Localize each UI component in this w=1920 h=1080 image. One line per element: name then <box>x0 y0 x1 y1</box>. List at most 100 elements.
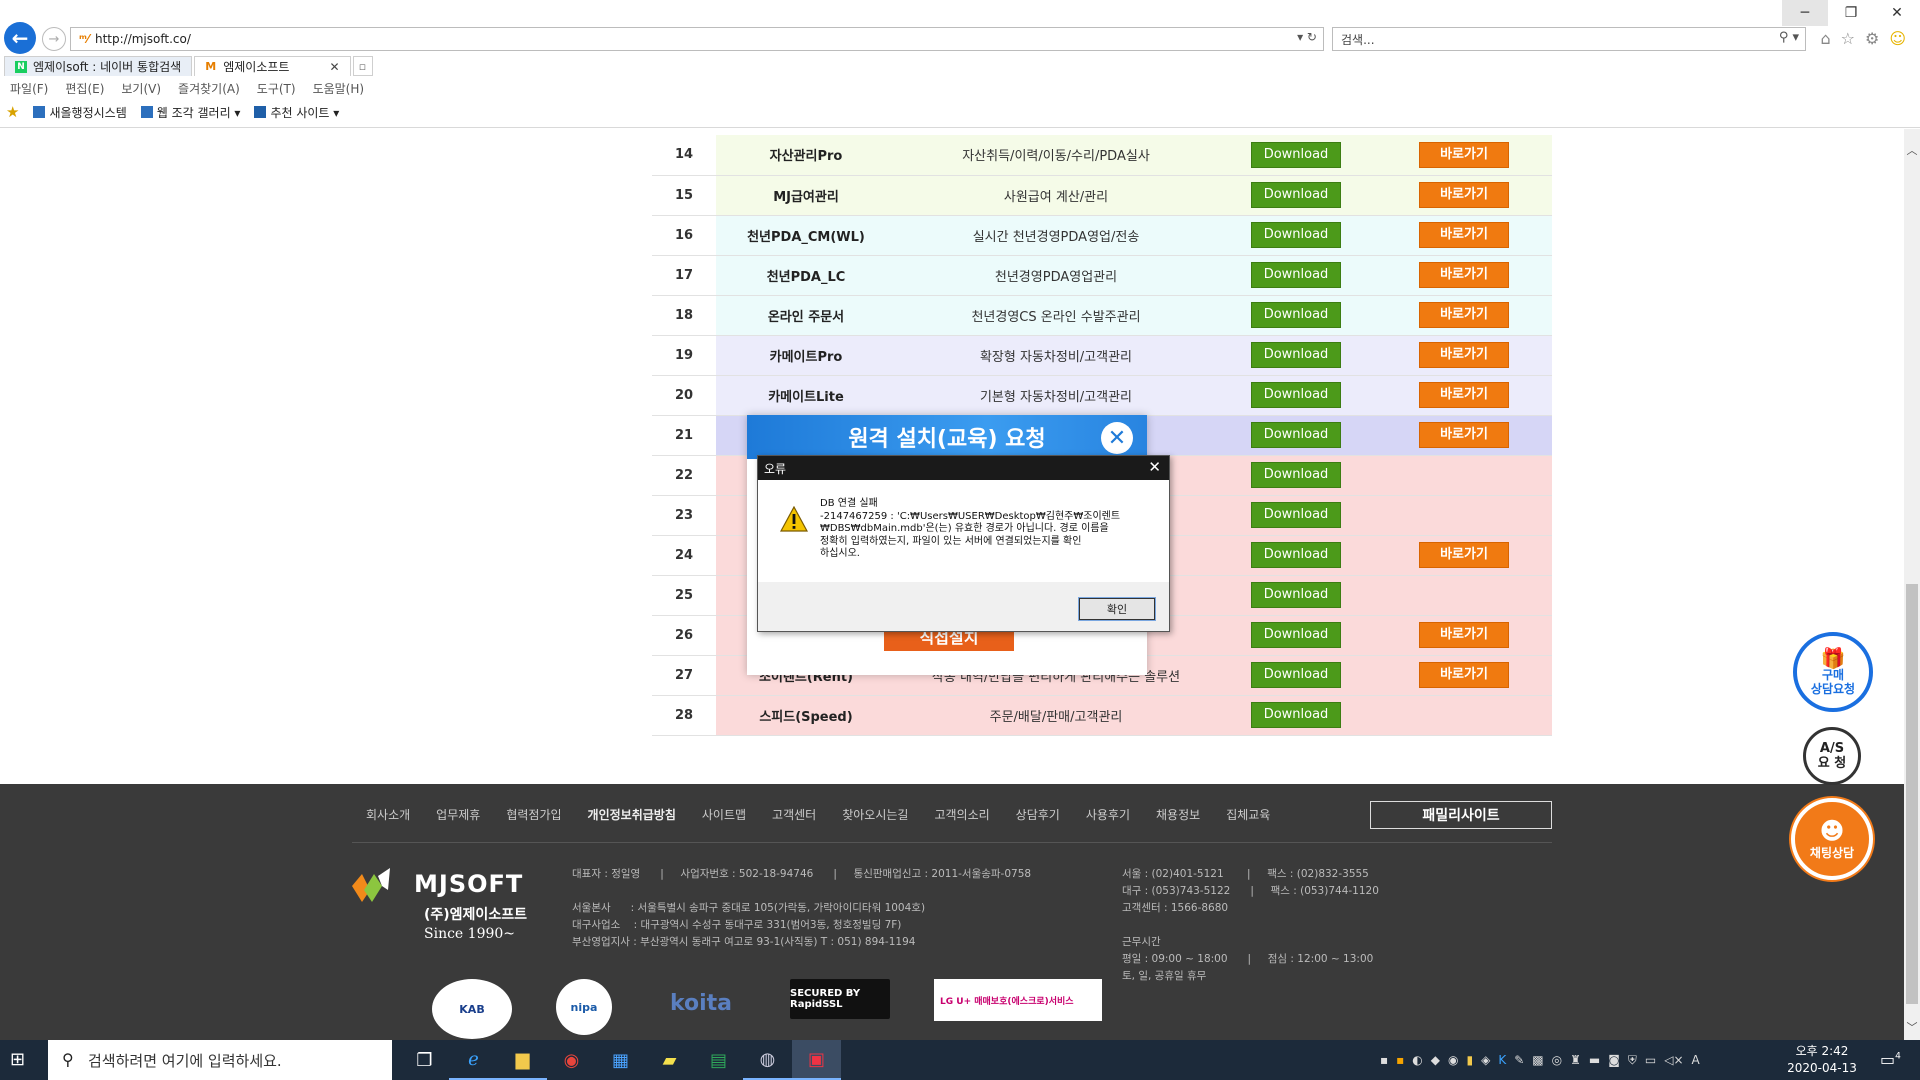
download-button[interactable]: Download <box>1251 302 1341 328</box>
download-button[interactable]: Download <box>1251 462 1341 488</box>
ok-button[interactable]: 확인 <box>1078 597 1156 621</box>
download-button[interactable]: Download <box>1251 262 1341 288</box>
download-button[interactable]: Download <box>1251 222 1341 248</box>
tray-app-icon[interactable]: ▪ <box>1396 1053 1404 1067</box>
download-button[interactable]: Download <box>1251 182 1341 208</box>
download-button[interactable]: Download <box>1251 582 1341 608</box>
koita-badge[interactable]: koita <box>656 979 746 1027</box>
close-icon[interactable]: ✕ <box>1148 458 1161 476</box>
search-icon[interactable]: ⚲ ▾ <box>1779 30 1799 45</box>
footer-link[interactable]: 회사소개 <box>366 806 410 823</box>
feedback-smiley-icon[interactable]: ☺ <box>1889 29 1906 48</box>
scroll-up-icon[interactable]: ︿ <box>1904 143 1920 159</box>
ime-indicator[interactable]: A <box>1692 1053 1700 1067</box>
task-view-icon[interactable]: ❐ <box>400 1040 449 1080</box>
favorites-star-icon[interactable]: ★ <box>6 103 19 121</box>
tray-app-icon[interactable]: ◉ <box>1448 1053 1458 1067</box>
tab-mjsoft[interactable]: M 엠제이소프트 ✕ <box>194 56 351 76</box>
scrollbar-thumb[interactable] <box>1906 584 1918 1004</box>
shield-icon[interactable]: ◈ <box>1481 1053 1490 1067</box>
goto-button[interactable]: 바로가기 <box>1419 182 1509 208</box>
favorite-web-slice[interactable]: 웹 조각 갤러리 ▾ <box>140 104 240 121</box>
download-button[interactable]: Download <box>1251 702 1341 728</box>
network-icon[interactable]: ▭ <box>1645 1053 1656 1067</box>
restore-button[interactable]: ❐ <box>1828 0 1874 26</box>
calendar-app-icon[interactable]: ▦ <box>596 1040 645 1080</box>
menu-favorites[interactable]: 즐겨찾기(A) <box>178 80 240 97</box>
volume-mute-icon[interactable]: ◁× <box>1664 1053 1683 1067</box>
favorite-suggested[interactable]: 추천 사이트 ▾ <box>254 104 339 121</box>
forward-button[interactable]: → <box>42 27 66 51</box>
taskbar-search-input[interactable]: ⚲ 검색하려면 여기에 입력하세요. <box>48 1040 392 1080</box>
footer-link[interactable]: 업무제휴 <box>436 806 480 823</box>
download-button[interactable]: Download <box>1251 382 1341 408</box>
as-request-button[interactable]: A/S 요 청 <box>1803 727 1861 785</box>
close-window-button[interactable]: ✕ <box>1874 0 1920 26</box>
footer-link[interactable]: 찾아오시는길 <box>842 806 908 823</box>
family-site-select[interactable]: 패밀리사이트 <box>1370 801 1552 829</box>
goto-button[interactable]: 바로가기 <box>1419 422 1509 448</box>
download-button[interactable]: Download <box>1251 342 1341 368</box>
tray-app-icon[interactable]: ◐ <box>1412 1053 1422 1067</box>
scroll-down-icon[interactable]: ﹀ <box>1904 1020 1920 1036</box>
nipa-badge[interactable]: nipa <box>556 979 612 1035</box>
goto-button[interactable]: 바로가기 <box>1419 222 1509 248</box>
rapidssl-badge[interactable]: SECURED BY RapidSSL <box>790 979 890 1019</box>
goto-button[interactable]: 바로가기 <box>1419 302 1509 328</box>
tray-app-icon[interactable]: K <box>1498 1053 1506 1067</box>
tray-app-icon[interactable]: ▬ <box>1589 1053 1600 1067</box>
new-tab-button[interactable]: ▫ <box>352 56 373 76</box>
gear-icon[interactable]: ⚙ <box>1865 29 1879 48</box>
browser-search-input[interactable]: 검색... ⚲ ▾ <box>1332 27 1806 51</box>
download-button[interactable]: Download <box>1251 141 1341 168</box>
chrome-icon[interactable]: ◉ <box>547 1040 596 1080</box>
minimize-button[interactable]: ─ <box>1782 0 1828 26</box>
tray-app-icon[interactable]: ◎ <box>1552 1053 1562 1067</box>
footer-link[interactable]: 협력점가입 <box>506 806 561 823</box>
footer-link[interactable]: 상담후기 <box>1016 806 1060 823</box>
download-button[interactable]: Download <box>1251 622 1341 648</box>
app-circle-icon[interactable]: ◍ <box>743 1040 792 1080</box>
goto-button[interactable]: 바로가기 <box>1419 542 1509 568</box>
goto-button[interactable]: 바로가기 <box>1419 662 1509 688</box>
goto-button[interactable]: 바로가기 <box>1419 141 1509 168</box>
taskbar-clock[interactable]: 오후 2:42 2020-04-13 <box>1786 1043 1858 1077</box>
menu-edit[interactable]: 편집(E) <box>65 80 104 97</box>
tray-app-icon[interactable]: ⛨ <box>1628 1053 1637 1068</box>
footer-link[interactable]: 고객센터 <box>772 806 816 823</box>
tab-naver-search[interactable]: N 엠제이soft : 네이버 통합검색 <box>4 56 193 76</box>
active-app-icon[interactable]: ▣ <box>792 1040 841 1080</box>
tray-app-icon[interactable]: ▩ <box>1532 1053 1543 1067</box>
menu-tools[interactable]: 도구(T) <box>257 80 296 97</box>
favorites-star-icon[interactable]: ☆ <box>1841 29 1855 48</box>
tray-app-icon[interactable]: ▪ <box>1380 1053 1388 1067</box>
refresh-icon[interactable]: ▾ ↻ <box>1297 30 1317 44</box>
close-tab-icon[interactable]: ✕ <box>329 60 339 74</box>
back-button[interactable]: ← <box>4 22 36 54</box>
chat-consult-button[interactable]: ☻ 채팅상담 <box>1791 798 1873 880</box>
goto-button[interactable]: 바로가기 <box>1419 622 1509 648</box>
tray-app-icon[interactable]: ✎ <box>1514 1053 1524 1067</box>
goto-button[interactable]: 바로가기 <box>1419 382 1509 408</box>
notification-center-icon[interactable]: ▭4 <box>1880 1050 1901 1069</box>
menu-file[interactable]: 파일(F) <box>10 80 48 97</box>
tray-app-icon[interactable]: ◙ <box>1608 1053 1620 1067</box>
windows-start-icon[interactable]: ⊞ <box>10 1050 30 1070</box>
file-explorer-icon[interactable]: ▆ <box>498 1040 547 1080</box>
goto-button[interactable]: 바로가기 <box>1419 262 1509 288</box>
close-icon[interactable]: ✕ <box>1101 422 1133 454</box>
address-bar[interactable]: ᵐ⁄ http://mjsoft.co/ ▾ ↻ <box>70 27 1324 51</box>
internet-explorer-icon[interactable]: ℯ <box>449 1040 498 1080</box>
home-icon[interactable]: ⌂ <box>1820 29 1830 48</box>
page-scrollbar[interactable]: ︿ ﹀ <box>1904 129 1920 1040</box>
download-button[interactable]: Download <box>1251 502 1341 528</box>
download-button[interactable]: Download <box>1251 662 1341 688</box>
goto-button[interactable]: 바로가기 <box>1419 342 1509 368</box>
footer-link[interactable]: 채용정보 <box>1156 806 1200 823</box>
excel-file-icon[interactable]: ▤ <box>694 1040 743 1080</box>
footer-link[interactable]: 고객의소리 <box>934 806 989 823</box>
escrow-badge[interactable]: LG U+ 매매보호(에스크로)서비스 <box>934 979 1102 1021</box>
favorite-saeol[interactable]: 새올행정시스템 <box>33 104 127 121</box>
footer-link[interactable]: 사이트맵 <box>702 806 746 823</box>
download-button[interactable]: Download <box>1251 542 1341 568</box>
